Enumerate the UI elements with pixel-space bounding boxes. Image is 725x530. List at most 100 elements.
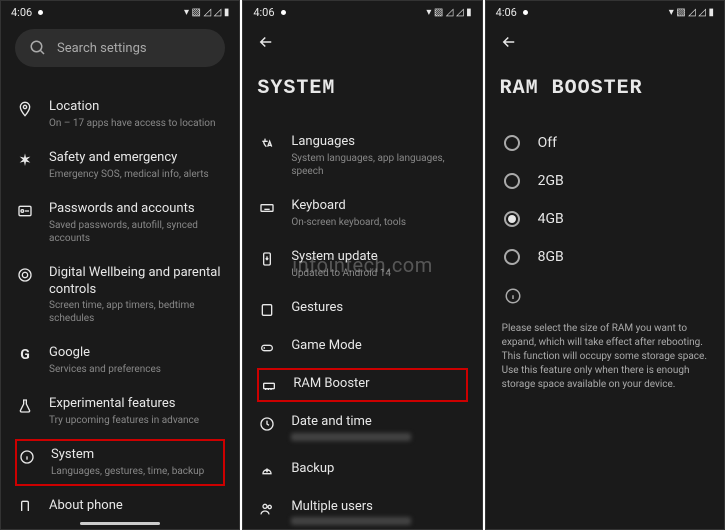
clock: 4:06 [253, 6, 274, 19]
item-sub: Screen time, app timers, bedtime schedul… [49, 299, 223, 325]
dot-icon [38, 10, 43, 15]
item-sub: On-screen keyboard, tools [291, 216, 465, 229]
update-icon [259, 251, 275, 267]
keyboard-icon [259, 200, 275, 216]
item-title: Game Mode [291, 338, 465, 355]
status-icons: ▾ ▧ ◿ ◿ ▮ [426, 7, 471, 18]
radio-option-4gb[interactable]: 4GB [500, 200, 710, 238]
back-icon[interactable] [257, 33, 275, 51]
radio-label: 2GB [538, 173, 564, 189]
settings-item-about[interactable]: About phoneNothing Phone (2a) [15, 488, 225, 511]
page-title: SYSTEM [257, 63, 467, 124]
item-title: Languages [291, 134, 465, 151]
settings-item-safety[interactable]: Safety and emergencyEmergency SOS, medic… [15, 140, 225, 191]
info-row [500, 276, 710, 316]
item-sub: Services and preferences [49, 363, 223, 376]
system-item-keyboard[interactable]: KeyboardOn-screen keyboard, tools [257, 188, 467, 239]
item-sub: Updated to Android 14 [291, 267, 465, 280]
key-icon [17, 203, 33, 219]
item-title: Backup [291, 461, 465, 478]
item-title: Gestures [291, 300, 465, 317]
radio-label: 4GB [538, 211, 564, 227]
translate-icon [259, 136, 275, 152]
backup-icon [259, 463, 275, 479]
item-title: Passwords and accounts [49, 201, 223, 218]
system-item-update[interactable]: System updateUpdated to Android 14 [257, 239, 467, 290]
item-sub: Saved passwords, autofill, synced accoun… [49, 219, 223, 245]
gamepad-icon [259, 340, 275, 356]
item-title: Experimental features [49, 396, 223, 413]
item-title: Keyboard [291, 198, 465, 215]
search-icon [29, 39, 47, 57]
info-icon [19, 449, 35, 465]
status-bar: 4:06 ▾ ▧ ◿ ◿ ▮ [486, 1, 724, 23]
ram-booster-screen: 4:06 ▾ ▧ ◿ ◿ ▮ RAM BOOSTER Off 2GB 4GB 8… [485, 0, 725, 530]
settings-item-experimental[interactable]: Experimental featuresTry upcoming featur… [15, 386, 225, 437]
back-icon[interactable] [500, 33, 518, 51]
item-sub: System languages, app languages, speech [291, 152, 465, 178]
item-sub: On – 17 apps have access to location [49, 117, 223, 130]
users-icon [259, 501, 275, 517]
location-icon [17, 101, 33, 117]
settings-main-screen: 4:06 ▾ ▧ ◿ ◿ ▮ Search settings LocationO… [0, 0, 240, 530]
radio-icon-selected [504, 211, 520, 227]
item-sub: Emergency SOS, medical info, alerts [49, 168, 223, 181]
status-icons: ▾ ▧ ◿ ◿ ▮ [669, 7, 714, 18]
info-icon [504, 287, 522, 305]
radio-icon [504, 135, 520, 151]
item-sub: Try upcoming features in advance [49, 414, 223, 427]
item-title: Digital Wellbeing and parental controls [49, 265, 223, 299]
dot-icon [281, 10, 286, 15]
item-title: Location [49, 99, 223, 116]
dot-icon [523, 10, 528, 15]
settings-item-passwords[interactable]: Passwords and accountsSaved passwords, a… [15, 191, 225, 255]
settings-item-google[interactable]: G GoogleServices and preferences [15, 335, 225, 386]
google-icon: G [17, 347, 33, 363]
item-sub: Languages, gestures, time, backup [51, 465, 221, 478]
system-screen: 4:06 ▾ ▧ ◿ ◿ ▮ SYSTEM LanguagesSystem la… [242, 0, 482, 530]
phone-icon [17, 500, 33, 511]
settings-item-wellbeing[interactable]: Digital Wellbeing and parental controlsS… [15, 255, 225, 336]
system-item-ram-booster[interactable]: RAM Booster [257, 368, 467, 402]
item-title: Safety and emergency [49, 150, 223, 167]
gesture-icon [259, 302, 275, 318]
system-item-languages[interactable]: LanguagesSystem languages, app languages… [257, 124, 467, 188]
radio-icon [504, 249, 520, 265]
item-title: About phone [49, 498, 223, 511]
nav-bar [1, 511, 239, 529]
radio-label: Off [538, 135, 557, 151]
item-title: System [51, 447, 221, 464]
item-title: Google [49, 345, 223, 362]
radio-option-off[interactable]: Off [500, 124, 710, 162]
item-title: System update [291, 249, 465, 266]
nav-pill[interactable] [80, 522, 160, 525]
item-sub-blurred [291, 517, 411, 525]
wellbeing-icon [17, 267, 33, 283]
page-title: RAM BOOSTER [500, 63, 710, 124]
status-bar: 4:06 ▾ ▧ ◿ ◿ ▮ [1, 1, 239, 23]
asterisk-icon [17, 152, 33, 168]
item-title: Date and time [291, 414, 465, 431]
radio-option-2gb[interactable]: 2GB [500, 162, 710, 200]
clock: 4:06 [496, 6, 517, 19]
system-item-users[interactable]: Multiple users [257, 489, 467, 529]
item-title: Multiple users [291, 499, 465, 516]
ram-icon [261, 378, 277, 394]
system-item-date[interactable]: Date and time [257, 404, 467, 451]
settings-item-location[interactable]: LocationOn – 17 apps have access to loca… [15, 89, 225, 140]
settings-item-system[interactable]: SystemLanguages, gestures, time, backup [15, 439, 225, 486]
clock: 4:06 [11, 6, 32, 19]
system-item-gamemode[interactable]: Game Mode [257, 328, 467, 366]
system-item-backup[interactable]: Backup [257, 451, 467, 489]
info-text: Please select the size of RAM you want t… [500, 316, 710, 398]
clock-icon [259, 416, 275, 432]
radio-option-8gb[interactable]: 8GB [500, 238, 710, 276]
radio-icon [504, 173, 520, 189]
radio-label: 8GB [538, 249, 564, 265]
status-icons: ▾ ▧ ◿ ◿ ▮ [184, 7, 229, 18]
system-item-gestures[interactable]: Gestures [257, 290, 467, 328]
flask-icon [17, 398, 33, 414]
search-input[interactable]: Search settings [15, 29, 225, 67]
search-placeholder: Search settings [57, 41, 147, 56]
item-sub-blurred [291, 433, 411, 441]
